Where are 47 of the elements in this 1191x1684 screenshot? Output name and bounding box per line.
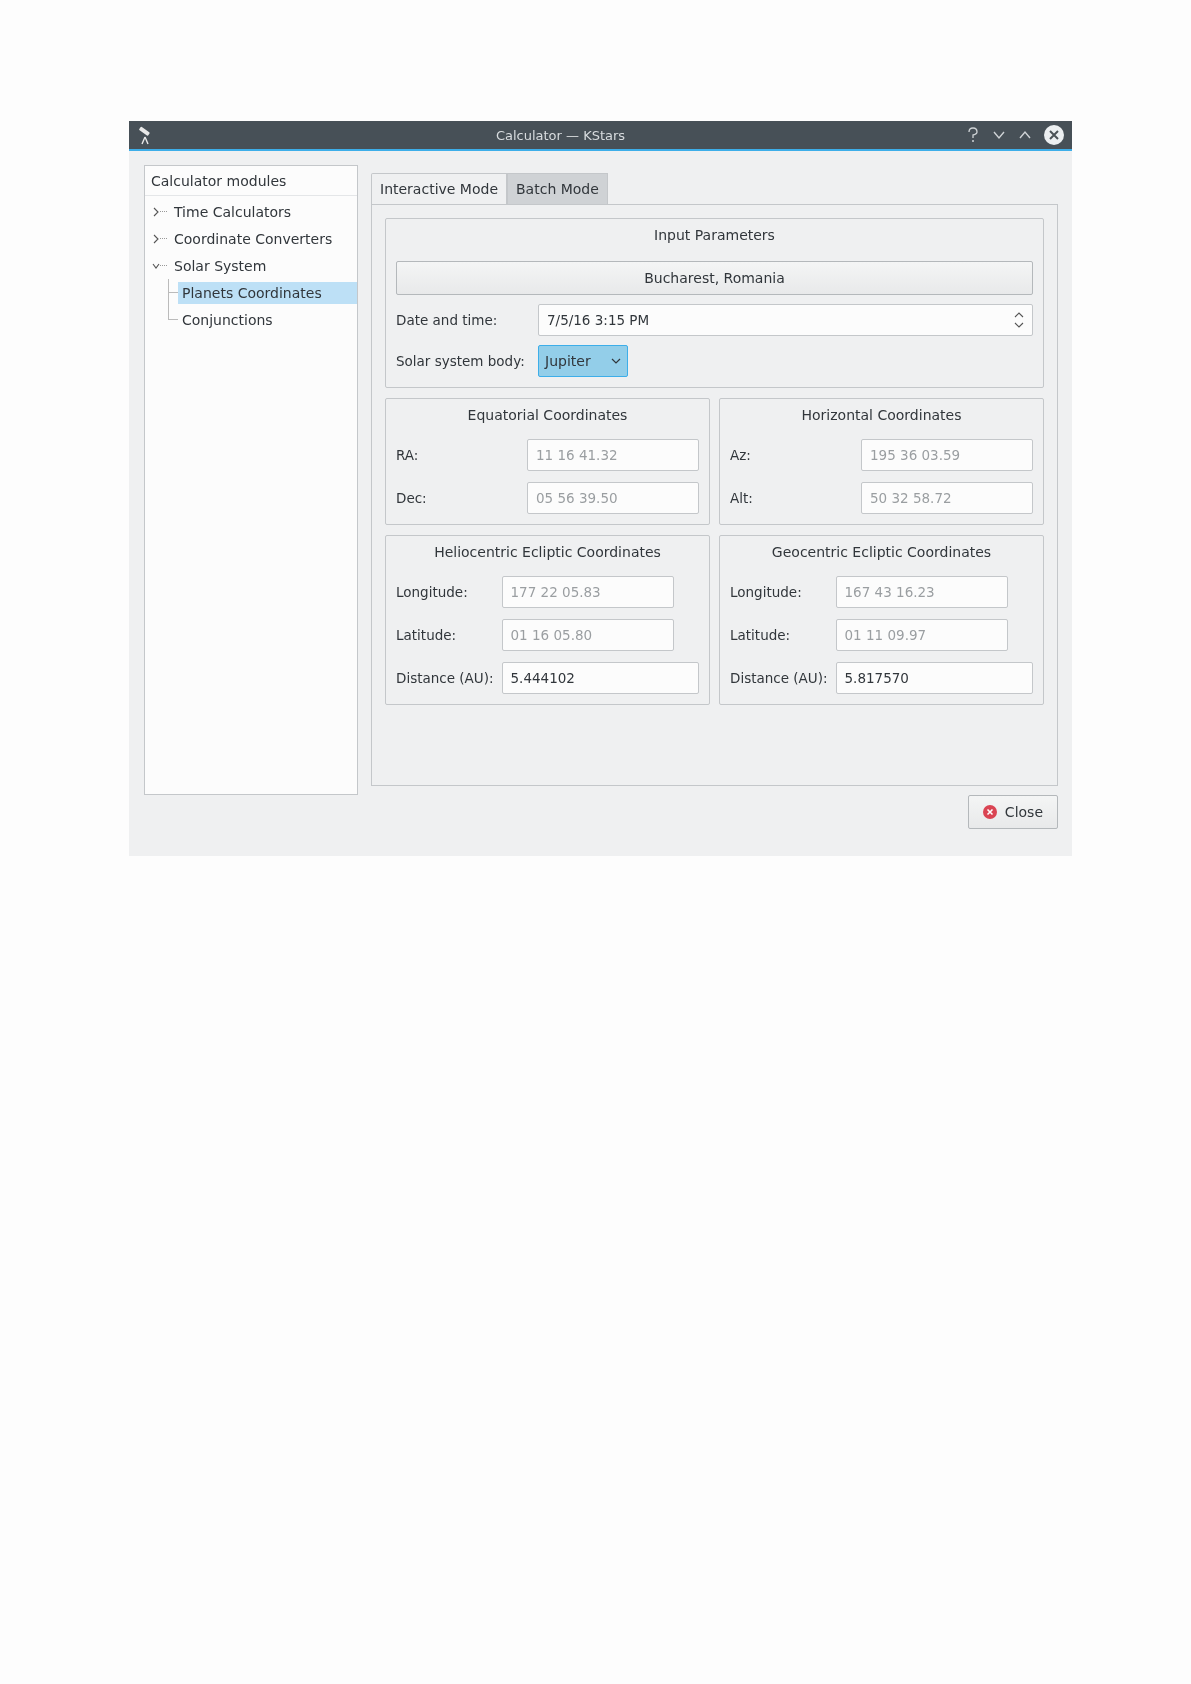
tree-connector — [160, 265, 167, 266]
tree-item[interactable]: Time Calculators — [170, 200, 296, 223]
value-field: 01 11 09.97 — [835, 619, 1008, 651]
window-title: Calculator — KStars — [494, 127, 627, 143]
tree-item[interactable]: Conjunctions — [178, 308, 277, 331]
value-field: 11 16 41.32 — [527, 439, 699, 471]
tree-item[interactable]: Solar System — [170, 254, 271, 277]
spinner-icon — [1014, 312, 1024, 328]
location-button[interactable]: Bucharest, Romania — [396, 261, 1033, 295]
field-label: Distance (AU): — [730, 670, 828, 686]
value-field: 05 56 39.50 — [527, 482, 699, 514]
value-field[interactable]: 5.817570 — [835, 662, 1033, 694]
field-label: Latitude: — [396, 627, 458, 643]
field-label: Date and time: — [396, 312, 499, 328]
group-title: Horizontal Coordinates — [800, 406, 963, 425]
field-label: RA: — [396, 447, 420, 463]
value-field: 177 22 05.83 — [501, 576, 674, 608]
cancel-icon — [982, 805, 997, 819]
field-label: Az: — [730, 447, 752, 463]
tree-item[interactable]: Planets Coordinates — [178, 281, 357, 304]
tree-header: Calculator modules — [145, 166, 357, 196]
field-label: Longitude: — [730, 584, 803, 600]
tree-connector — [160, 211, 167, 212]
group-title: Geocentric Ecliptic Coordinates — [770, 543, 993, 562]
field-label: Alt: — [730, 490, 754, 506]
value-field: 195 36 03.59 — [861, 439, 1033, 471]
field-label: Dec: — [396, 490, 428, 506]
close-icon — [1044, 125, 1064, 145]
value-field: 01 16 05.80 — [501, 619, 674, 651]
tab[interactable]: Batch Mode — [507, 173, 608, 204]
value-field[interactable]: 5.444102 — [501, 662, 699, 694]
group-title: Equatorial Coordinates — [466, 406, 629, 425]
date-time-field[interactable]: 7/5/16 3:15 PM — [538, 304, 1033, 336]
tree-connector — [160, 238, 167, 239]
help-icon — [966, 127, 980, 143]
group-title: Heliocentric Ecliptic Coordinates — [433, 543, 662, 562]
field-label: Longitude: — [396, 584, 469, 600]
value-field: 167 43 16.23 — [835, 576, 1008, 608]
tab[interactable]: Interactive Mode — [371, 173, 507, 204]
close-button[interactable]: Close — [967, 795, 1058, 829]
field-label: Solar system body: — [396, 353, 526, 369]
value-field: 50 32 58.72 — [861, 482, 1033, 514]
field-label: Latitude: — [730, 627, 792, 643]
body-dropdown[interactable]: Jupiter — [538, 345, 628, 377]
tree-item[interactable]: Coordinate Converters — [170, 227, 337, 250]
field-label: Distance (AU): — [396, 670, 494, 686]
group-title: Input Parameters — [653, 226, 776, 245]
